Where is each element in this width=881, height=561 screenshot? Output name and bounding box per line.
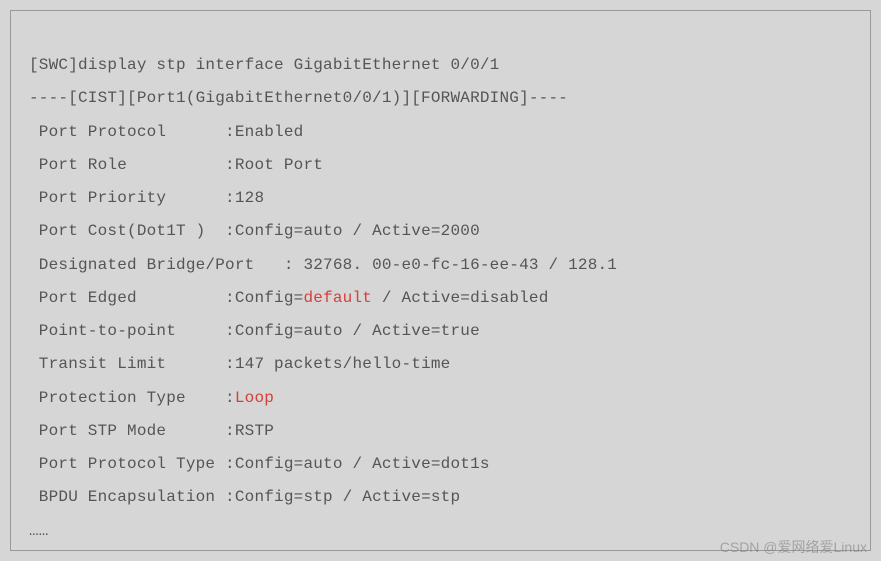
row-port-stp-mode: Port STP Mode :RSTP [29,415,852,448]
field-label: Port Protocol Type [29,455,225,473]
field-value: Root Port [235,156,323,174]
separator: : [225,422,235,440]
row-transit-limit: Transit Limit :147 packets/hello-time [29,348,852,381]
field-label: Port STP Mode [29,422,225,440]
separator: : [225,389,235,407]
field-value-suffix: / Active=disabled [372,289,548,307]
separator: : [225,289,235,307]
field-label: Point-to-point [29,322,225,340]
row-designated-bridge-port: Designated Bridge/Port : 32768. 00-e0-fc… [29,249,852,282]
separator: : [225,222,235,240]
command-line: [SWC]display stp interface GigabitEthern… [29,49,852,82]
row-point-to-point: Point-to-point :Config=auto / Active=tru… [29,315,852,348]
row-protection-type: Protection Type :Loop [29,382,852,415]
field-label: Port Protocol [29,123,225,141]
field-value: Config=auto / Active=2000 [235,222,480,240]
separator: : [225,189,235,207]
field-label: BPDU Encapsulation [29,488,225,506]
terminal-output: [SWC]display stp interface GigabitEthern… [10,10,871,551]
prompt: [SWC] [29,56,78,74]
separator: : [225,322,235,340]
field-value-highlight: default [303,289,372,307]
watermark: CSDN @爱网络爱Linux [720,537,867,557]
separator: : [225,355,235,373]
field-label: Port Priority [29,189,225,207]
field-label: Port Cost(Dot1T ) [29,222,225,240]
separator: : [225,123,235,141]
field-label: Transit Limit [29,355,225,373]
row-port-protocol: Port Protocol :Enabled [29,116,852,149]
field-value: RSTP [235,422,274,440]
field-value: 32768. 00-e0-fc-16-ee-43 / 128.1 [303,256,617,274]
row-bpdu-encapsulation: BPDU Encapsulation :Config=stp / Active=… [29,481,852,514]
field-value: Config=stp / Active=stp [235,488,460,506]
field-value: 147 packets/hello-time [235,355,451,373]
separator: : [225,156,235,174]
field-label: Protection Type [29,389,225,407]
field-value: Config=auto / Active=dot1s [235,455,490,473]
field-label: Port Edged [29,289,225,307]
separator: : [284,256,304,274]
row-port-cost: Port Cost(Dot1T ) :Config=auto / Active=… [29,215,852,248]
row-port-protocol-type: Port Protocol Type :Config=auto / Active… [29,448,852,481]
field-value-prefix: Config= [235,289,304,307]
field-label: Port Role [29,156,225,174]
field-label: Designated Bridge/Port [29,256,284,274]
separator: : [225,488,235,506]
row-port-priority: Port Priority :128 [29,182,852,215]
row-port-edged: Port Edged :Config=default / Active=disa… [29,282,852,315]
field-value: Enabled [235,123,304,141]
command-text: display stp interface GigabitEthernet 0/… [78,56,499,74]
row-port-role: Port Role :Root Port [29,149,852,182]
separator: : [225,455,235,473]
field-value: 128 [235,189,264,207]
field-value-highlight: Loop [235,389,274,407]
header-line: ----[CIST][Port1(GigabitEthernet0/0/1)][… [29,82,852,115]
field-value: Config=auto / Active=true [235,322,480,340]
